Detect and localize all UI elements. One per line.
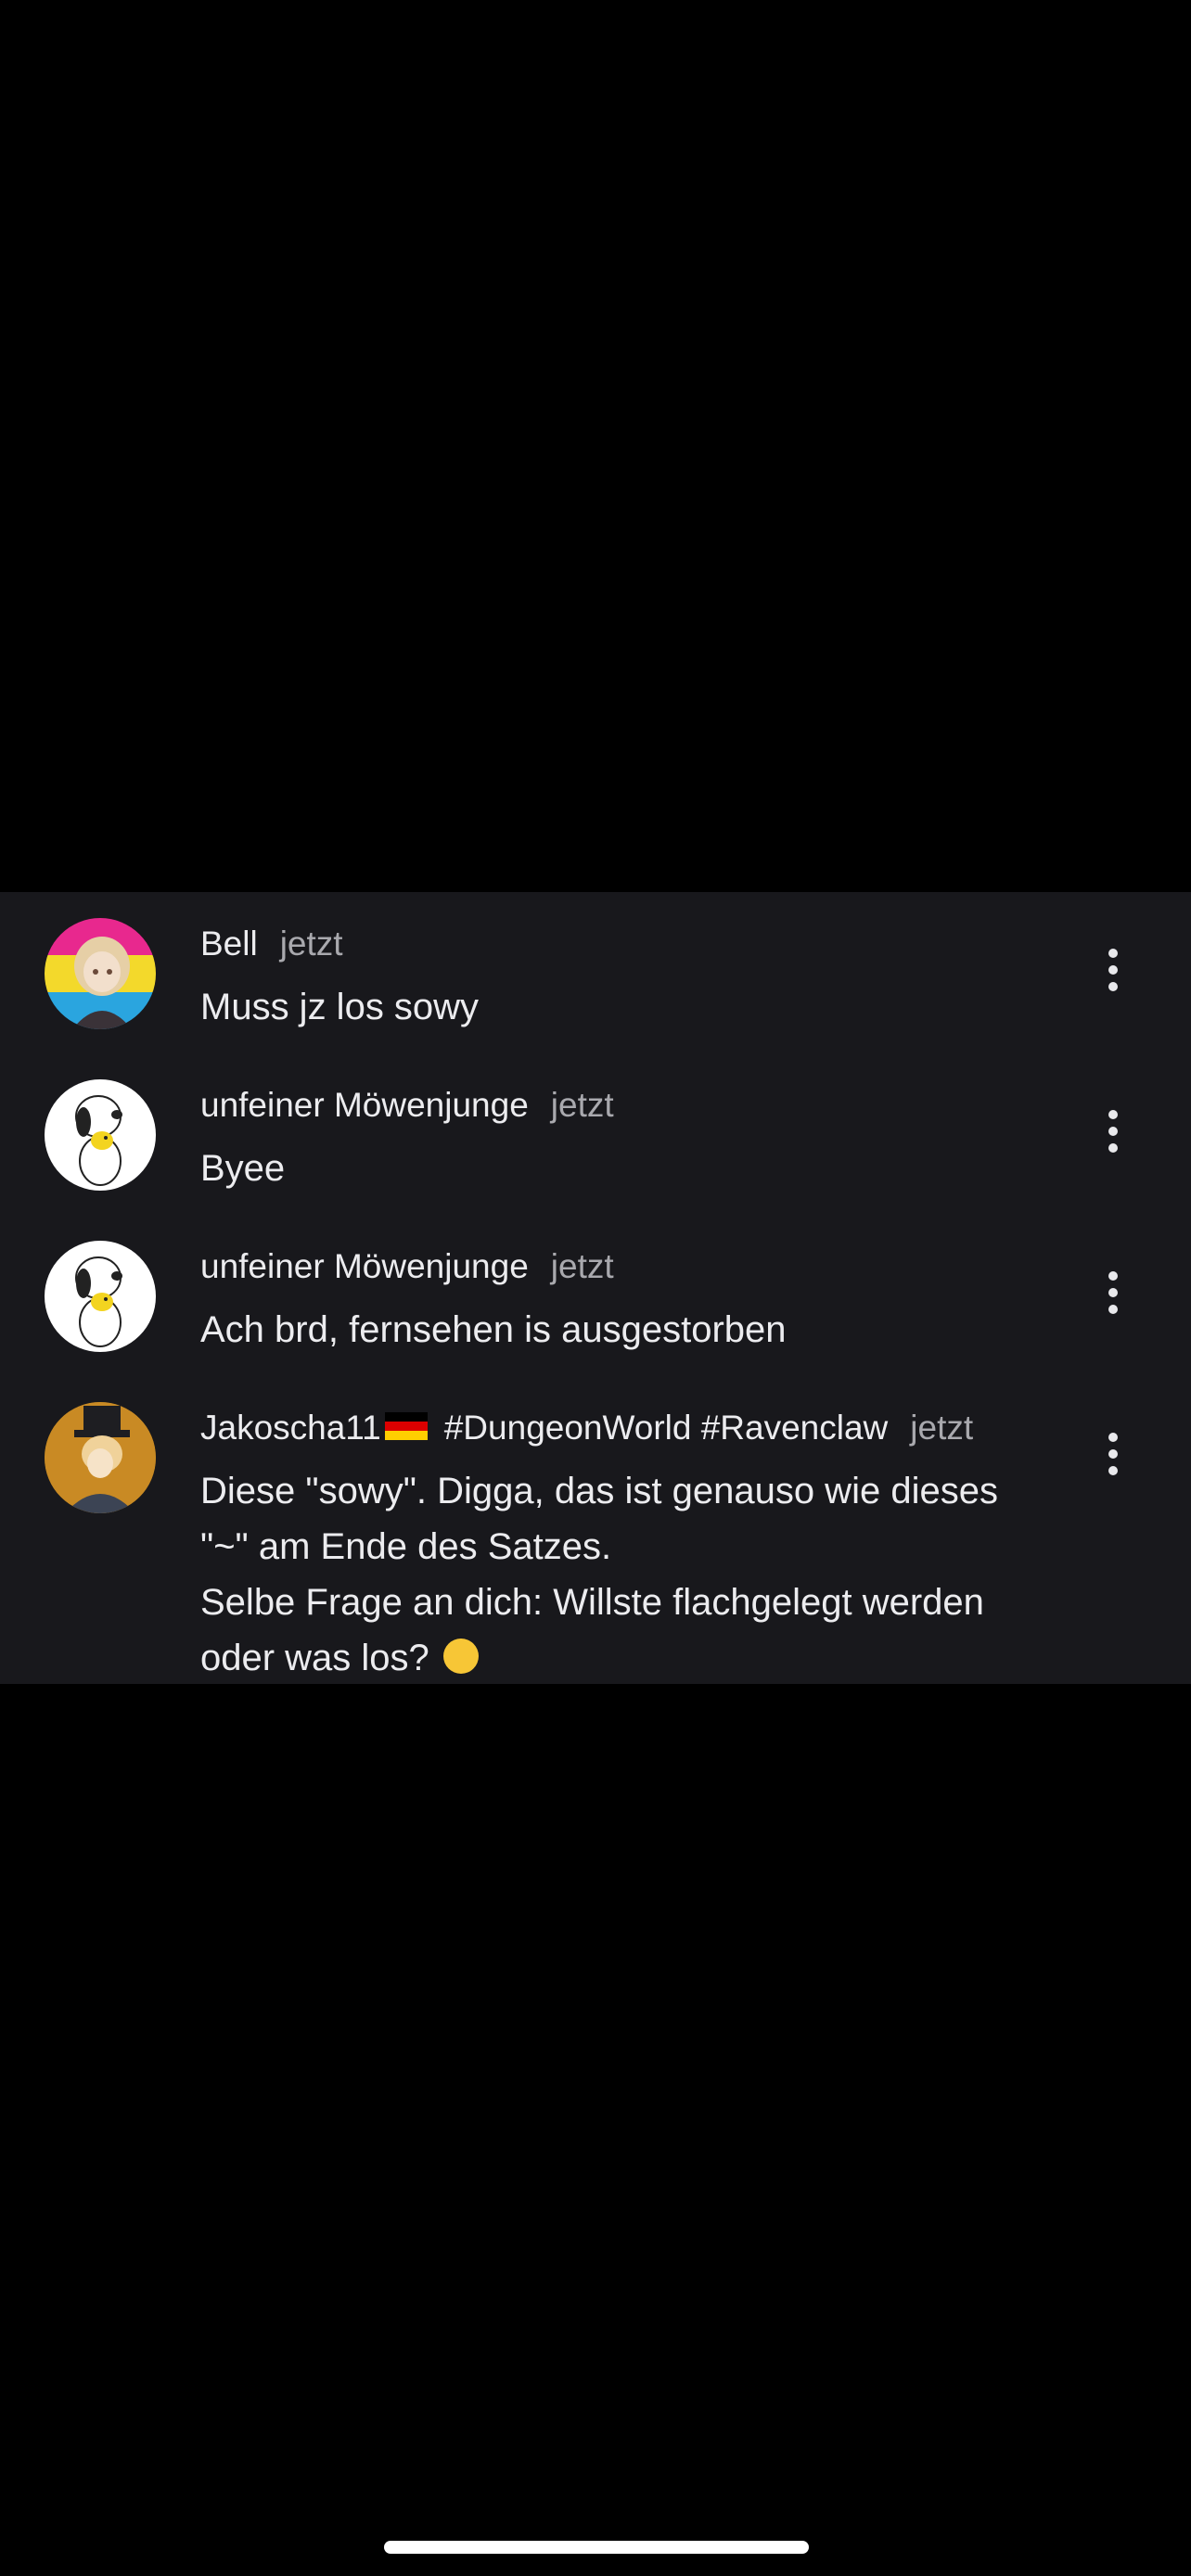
chat-panel: Bell jetzt Muss jz los sowy unfeiner Möw… [0, 892, 1191, 1684]
author-name[interactable]: unfeiner Möwenjunge [200, 1086, 529, 1125]
message-line: Byee [200, 1148, 286, 1189]
snoopy-woodstock-avatar-icon [45, 1079, 156, 1191]
message-text: Diese "sowy". Digga, das ist genauso wie… [200, 1463, 1091, 1686]
more-options-button[interactable] [1095, 1426, 1132, 1482]
germany-flag-icon [384, 1412, 428, 1440]
avatar[interactable] [45, 1079, 156, 1191]
message-text: Muss jz los sowy [200, 979, 1091, 1035]
more-options-button[interactable] [1095, 942, 1132, 998]
pride-flag-anime-avatar-icon [45, 918, 156, 1029]
author-name[interactable]: Bell [200, 925, 258, 963]
message-line: Muss jz los sowy [200, 987, 480, 1027]
more-vertical-icon [1108, 1271, 1118, 1281]
timestamp: jetzt [550, 1247, 614, 1285]
video-area [0, 0, 1191, 892]
message-header: Bell jetzt [200, 918, 343, 970]
author-tags[interactable]: #DungeonWorld #Ravenclaw [444, 1409, 889, 1447]
message-line-with-emoji: oder was los? [200, 1630, 1091, 1686]
message-line: oder was los? [200, 1638, 429, 1678]
timestamp: jetzt [550, 1086, 614, 1124]
message-line: Selbe Frage an dich: Willste flachgelegt… [200, 1582, 984, 1623]
timestamp: jetzt [279, 925, 343, 963]
message-text: Ach brd, fernsehen is ausgestorben [200, 1302, 1091, 1358]
author-name[interactable]: unfeiner Möwenjunge [200, 1247, 529, 1286]
timestamp: jetzt [910, 1409, 974, 1447]
author-name[interactable]: Jakoscha11 [200, 1409, 381, 1447]
more-vertical-icon [1108, 949, 1118, 958]
top-hat-character-avatar-icon [45, 1402, 156, 1513]
avatar[interactable] [45, 1402, 156, 1513]
avatar[interactable] [45, 918, 156, 1029]
message-line: Diese "sowy". Digga, das ist genauso wie… [200, 1471, 998, 1511]
snoopy-woodstock-avatar-icon [45, 1241, 156, 1352]
more-options-button[interactable] [1095, 1103, 1132, 1159]
message-header: Jakoscha11 #DungeonWorld #Ravenclaw jetz… [200, 1402, 973, 1454]
more-vertical-icon [1108, 1110, 1118, 1119]
more-vertical-icon [1108, 1433, 1118, 1442]
avatar[interactable] [45, 1241, 156, 1352]
message-header: unfeiner Möwenjunge jetzt [200, 1241, 614, 1293]
message-line: Ach brd, fernsehen is ausgestorben [200, 1309, 787, 1350]
message-line: "~" am Ende des Satzes. [200, 1526, 612, 1567]
home-indicator[interactable] [384, 2541, 809, 2554]
more-options-button[interactable] [1095, 1265, 1132, 1320]
message-text: Byee [200, 1141, 1091, 1196]
message-header: unfeiner Möwenjunge jetzt [200, 1079, 614, 1131]
smirking-face-emoji-icon [442, 1639, 479, 1675]
